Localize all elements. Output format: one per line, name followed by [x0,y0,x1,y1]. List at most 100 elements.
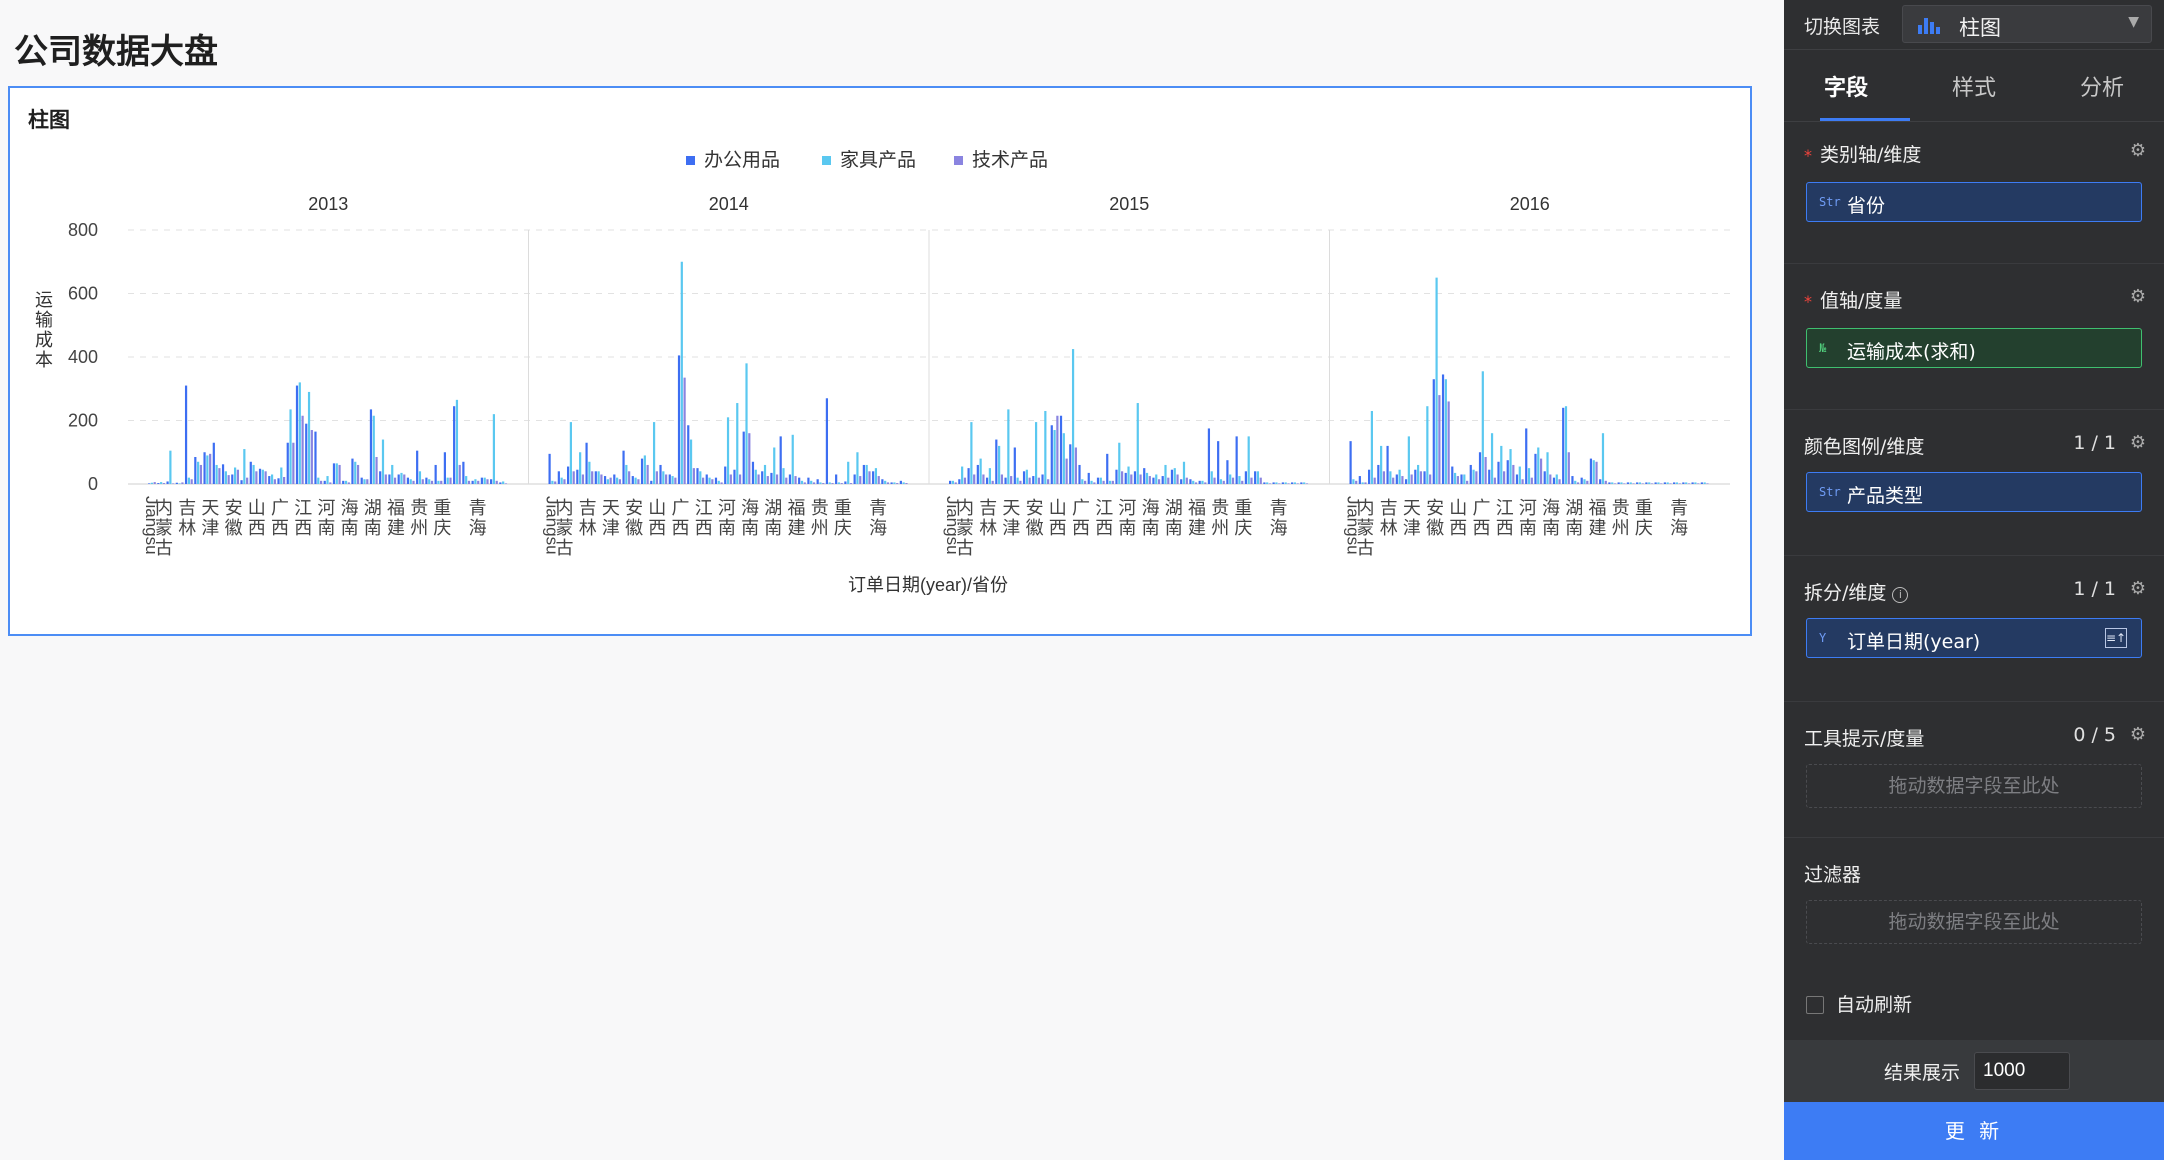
bar [453,406,456,484]
bar [301,415,304,484]
string-type-icon: Str [1819,485,1841,499]
bar [471,480,474,484]
tooltip-dropzone[interactable]: 拖动数据字段至此处 [1806,764,2142,808]
bar [603,476,607,484]
bar [1663,482,1666,484]
bar [886,482,890,484]
gear-icon[interactable]: ⚙ [2130,286,2146,307]
tab-analysis[interactable]: 分析 [2052,70,2152,102]
x-tick-label: 重庆 [834,498,852,538]
bar [221,464,225,484]
bar [1669,483,1672,484]
bar [1235,436,1238,485]
sort-icon[interactable]: ≡↑ [2105,628,2127,648]
bar [273,479,276,484]
bar [403,474,406,484]
tab-style[interactable]: 样式 [1924,70,2024,102]
bar [261,469,264,484]
bar [618,479,622,484]
bar [1004,477,1007,484]
bar [1410,474,1413,484]
bar [1620,482,1623,484]
filter-dropzone[interactable]: 拖动数据字段至此处 [1806,900,2142,944]
split-label: 拆分/维度 [1804,582,1887,604]
color-field-pill[interactable]: Str 产品类型 [1806,472,2142,512]
bar [1441,374,1445,484]
bar [342,480,345,484]
bar [1626,482,1630,484]
bar [286,442,289,484]
bar [310,430,313,484]
bar [1490,433,1494,484]
gear-icon[interactable]: ⚙ [2130,578,2146,599]
bar [711,479,714,484]
bar [791,434,794,484]
bar [597,471,600,484]
required-mark: * [1804,292,1812,311]
bar [428,479,431,484]
result-count-input[interactable]: 1000 [1974,1052,2070,1090]
gear-icon[interactable]: ⚙ [2130,432,2146,453]
chart-type-select[interactable]: 柱图 ▼ [1902,5,2152,43]
tab-fields[interactable]: 字段 [1796,70,1896,102]
bar [1638,482,1642,484]
x-tick-label: 安徽 [625,498,643,538]
bar [319,480,323,484]
x-tick-label: 安徽 [1026,498,1044,538]
auto-refresh-checkbox[interactable] [1806,996,1824,1014]
bar [724,466,727,484]
x-axis-label: 订单日期(year)/省份 [848,575,1008,595]
bar [702,477,705,484]
bar [1231,477,1235,484]
bar [1204,482,1207,484]
legend-label: 家具产品 [840,149,916,171]
bar [1675,482,1679,484]
bar [687,425,690,484]
chart-title: 柱图 [28,108,70,132]
bar [794,476,797,484]
bar [1636,482,1639,484]
bar [770,472,773,484]
bar [1050,425,1053,484]
bar [831,483,834,484]
bar [329,482,332,484]
value-field-pill[interactable]: № 运输成本(求和) [1806,328,2142,368]
bar [1300,482,1303,484]
bar [862,464,865,484]
bar [1210,471,1213,484]
bar [1071,349,1075,484]
bar [477,480,480,484]
x-tick-label: 福建 [1589,498,1607,538]
bar [1657,482,1660,484]
chart-card[interactable]: 办公用品 家具产品 技术产品 0 200 400 600 800 运输成本订单日期(year)/… [8,86,1752,636]
bar [1632,483,1635,484]
bar [1139,474,1142,484]
bar [264,471,267,484]
info-icon[interactable]: i [1892,587,1909,603]
bar [218,468,221,485]
bar [736,403,739,484]
bar [181,482,184,484]
switch-chart-label: 切换图表 [1804,16,1881,38]
bar [246,477,249,484]
bar [625,464,628,484]
bar [1056,415,1059,484]
split-field-name: 订单日期(year) [1847,631,1981,653]
x-tick-label: 福建 [788,498,806,538]
gear-icon[interactable]: ⚙ [2130,140,2146,161]
string-type-icon: Str [1819,195,1841,209]
color-legend-section: 颜色图例/维度 1 / 1 ⚙ Str 产品类型 [1784,410,2164,556]
gear-icon[interactable]: ⚙ [2130,724,2146,745]
bar [1608,482,1611,484]
x-tick-label: 江西 [1496,498,1514,538]
bar [1460,474,1463,484]
x-tick-label: 福建 [387,498,405,538]
bar [166,481,169,484]
bar [372,415,375,484]
category-field-pill[interactable]: Str 省份 [1806,182,2142,222]
split-field-pill[interactable]: Y 订单日期(year) ≡↑ [1806,618,2142,658]
auto-refresh-row[interactable]: 自动刷新 [1806,990,1912,1017]
bar [1518,466,1521,484]
bar [255,471,258,484]
update-button[interactable]: 更 新 [1784,1102,2164,1160]
